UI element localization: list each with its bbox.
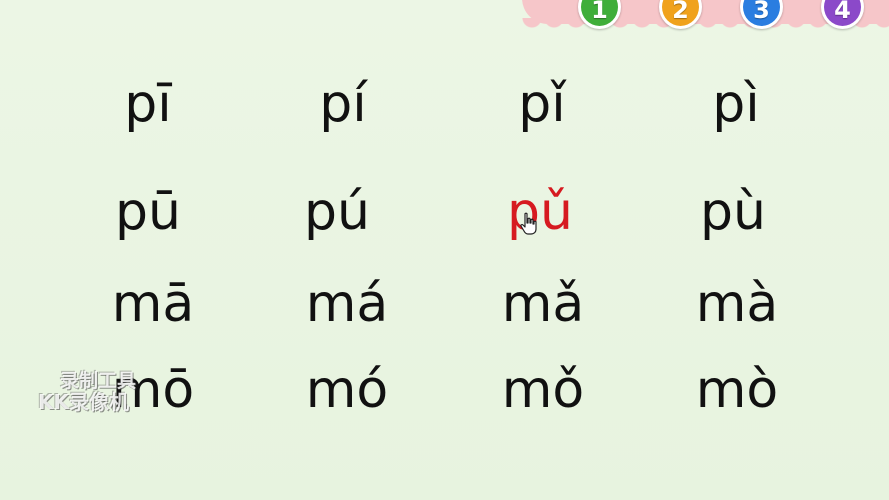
syllable-mo3[interactable]: mǒ [502, 364, 584, 416]
tab-4-button[interactable]: 4 [821, 0, 864, 29]
tab-1-label: 1 [591, 0, 608, 24]
syllable-pi3[interactable]: pǐ [518, 78, 565, 130]
syllable-pu4[interactable]: pù [700, 186, 766, 238]
tab-1-button[interactable]: 1 [578, 0, 621, 29]
tab-4-label: 4 [834, 0, 851, 24]
syllable-ma3[interactable]: mǎ [502, 278, 585, 330]
tab-3-label: 3 [753, 0, 770, 24]
lesson-canvas: 1 2 3 4 pī pí pǐ pì pū pú pǔ pù mā má mǎ… [0, 0, 889, 500]
syllable-pu1[interactable]: pū [115, 186, 181, 238]
syllable-ma2[interactable]: má [306, 278, 389, 330]
lesson-tab-strip: 1 2 3 4 [522, 0, 889, 30]
recorder-watermark: 录制工具 KK录像机 [38, 370, 137, 414]
syllable-pu3-active[interactable]: pǔ [507, 186, 573, 238]
watermark-line-1: 录制工具 [60, 370, 137, 392]
syllable-mo4[interactable]: mò [696, 364, 778, 416]
tab-2-label: 2 [672, 0, 689, 24]
syllable-pu2[interactable]: pú [304, 186, 370, 238]
syllable-ma4[interactable]: mà [696, 278, 779, 330]
syllable-pi4[interactable]: pì [712, 78, 759, 130]
hand-pointer-icon [520, 212, 537, 235]
tab-2-button[interactable]: 2 [659, 0, 702, 29]
watermark-line-2: KK录像机 [38, 389, 129, 414]
tab-3-button[interactable]: 3 [740, 0, 783, 29]
syllable-ma1[interactable]: mā [112, 278, 195, 330]
syllable-mo2[interactable]: mó [306, 364, 388, 416]
syllable-pi1[interactable]: pī [124, 78, 171, 130]
syllable-pi2[interactable]: pí [319, 78, 366, 130]
